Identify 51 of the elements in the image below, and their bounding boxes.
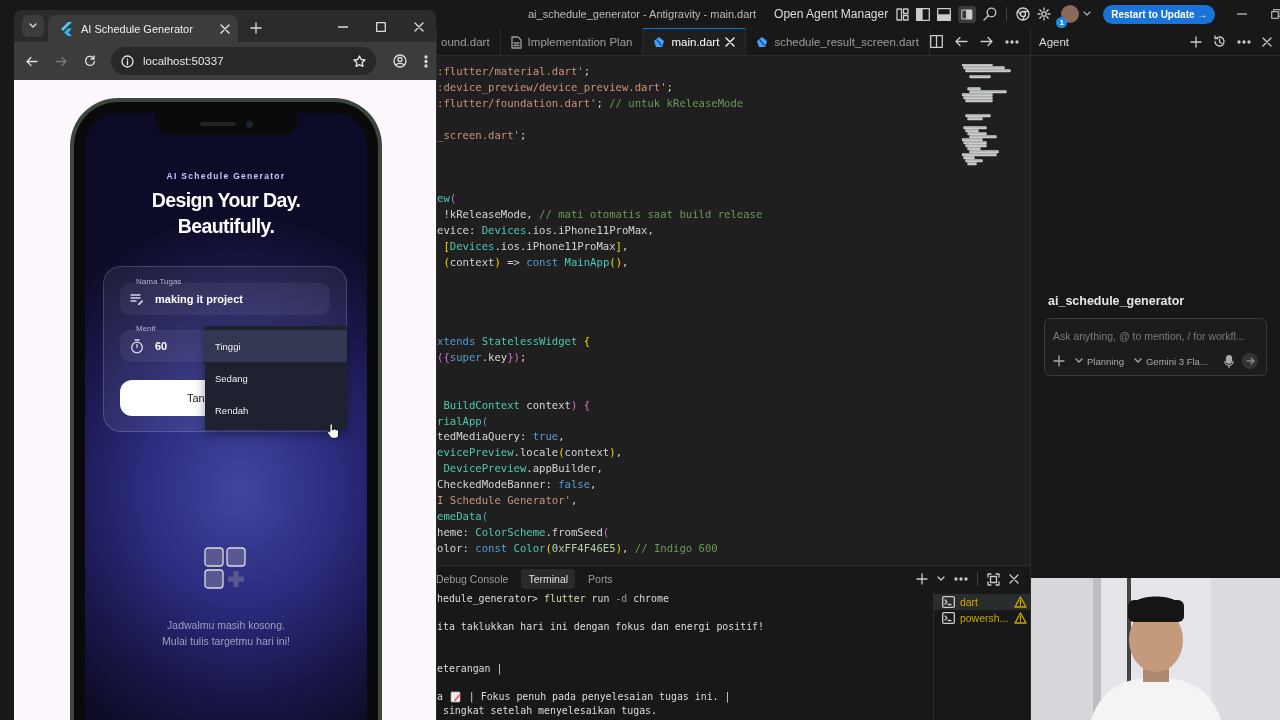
terminal-line: a | Fokus penuh pada penyelesaian tugas ini. | [437, 690, 732, 704]
field-label: Menit [136, 324, 157, 333]
code-line: [Devices.ios.iPhone11ProMax], [442, 238, 630, 254]
terminal-line: hedule_generator> flutter run -d chrome [437, 592, 670, 606]
model-dropdown[interactable]: Gemini 3 Fla... [1134, 355, 1208, 367]
code-line: evice: Devices.ios.iPhone11ProMax, [437, 222, 655, 238]
dropdown-option[interactable]: Tinggi [205, 330, 347, 362]
empty-state-message: Jadwalmu masih kosong. Mulai tulis targetmu hari ini! [162, 618, 290, 649]
code-line: ({super.key}); [437, 350, 528, 366]
code-line: ew( [437, 191, 458, 207]
workspace-title: ai_schedule_generator [1048, 294, 1186, 308]
panel-tab[interactable]: Ports [581, 569, 620, 589]
restart-to-update-button[interactable]: Restart to Update → [1103, 4, 1216, 24]
notification-badge: 1 [1056, 17, 1068, 28]
code-line: (context) => const MainApp(), [442, 254, 630, 270]
terminal-line: ita taklukkan hari ini dengan fokus dan energi positif! [437, 620, 765, 634]
terminal-list-item[interactable]: powersh... [933, 610, 1033, 626]
panel-tab[interactable]: Debug Console [437, 569, 516, 589]
code-line: CheckedModeBanner: false, [437, 477, 598, 493]
panel-title: Agent [1039, 35, 1070, 48]
code-line: !kReleaseMode, // mati otomatis saat build release [442, 207, 764, 222]
code-line: tedMediaQuery: true, [437, 429, 566, 445]
code-line: :device_preview/device_preview.dart'; [437, 79, 674, 96]
code-line: :flutter/material.dart'; [437, 64, 592, 79]
code-line: BuildContext context) { [442, 397, 592, 413]
dropdown-option[interactable]: Rendah [205, 394, 347, 426]
chat-input-field[interactable]: Ask anything, @ to mention, / for workfl... Planning Gemini 3 Fla... [1044, 318, 1267, 376]
app-subtitle: AI Schedule Generator [166, 171, 286, 181]
window-title: ai_schedule_generator - Antigravity - main.dart [528, 8, 757, 20]
code-line: olor: const Color(0xFF4F46E5), // Indigo 600 [437, 540, 719, 556]
editor-tab[interactable]: main.dart [643, 28, 747, 55]
code-line: :flutter/foundation.dart'; // untuk kReleaseMode [437, 95, 745, 111]
code-line: xtends StatelessWidget { [437, 334, 592, 350]
terminal-line: singkat setelah menyelesaikan tugas. [441, 704, 658, 718]
code-line: _screen.dart'; [437, 127, 528, 144]
code-line: evicePreview.locale(context), [437, 445, 624, 461]
terminal-list-item[interactable]: dart [933, 594, 1033, 610]
code-line: I Schedule Generator', [437, 493, 579, 509]
code-line: heme: ColorScheme.fromSeed( [437, 524, 611, 540]
mode-dropdown[interactable]: Planning [1075, 355, 1124, 367]
terminal-line: eterangan | [437, 662, 504, 676]
code-line: emeData( [437, 508, 490, 524]
agent-manager-button[interactable]: Open Agent Manager [770, 5, 893, 23]
panel-tab[interactable]: Terminal [521, 569, 576, 589]
browser-tab[interactable]: AI Schedule Generator [48, 15, 238, 42]
dropdown-option[interactable]: Sedang [205, 362, 347, 394]
address-bar[interactable]: localhost:50337 [111, 47, 376, 75]
code-line: DevicePreview.appBuilder, [442, 461, 604, 477]
app-heading: Design Your Day. Beautifully. [151, 188, 301, 239]
field-label: Nama Tugas [136, 277, 183, 286]
code-line: rialApp( [437, 413, 490, 429]
